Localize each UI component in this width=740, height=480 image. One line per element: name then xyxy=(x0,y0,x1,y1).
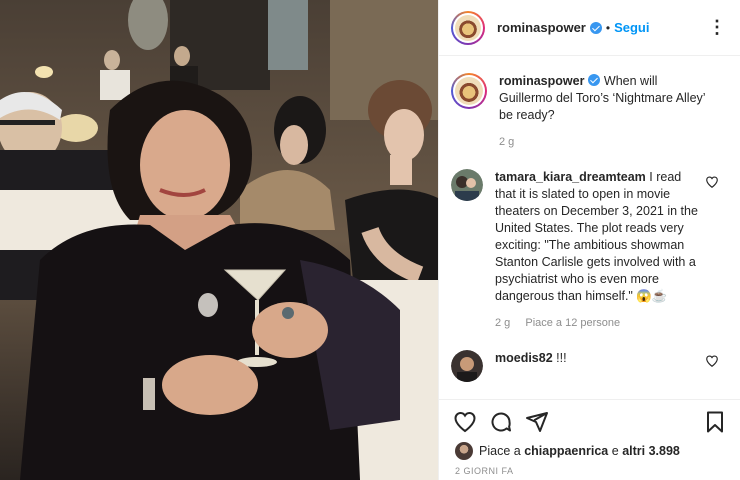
post-photo-scene xyxy=(0,0,438,480)
likes-user[interactable]: chiappaenrica xyxy=(524,444,608,458)
comment-like-heart-icon[interactable] xyxy=(705,354,719,368)
likes-prefix: Piace a xyxy=(479,444,521,458)
comment-likes[interactable]: Piace a 12 persone xyxy=(525,317,620,329)
likes-summary[interactable]: Piace a chiappaenrica e altri 3.898 xyxy=(455,442,680,460)
caption-avatar[interactable] xyxy=(451,73,487,109)
verified-badge-icon xyxy=(589,21,602,34)
separator-dot: • xyxy=(605,20,611,35)
liker-avatar xyxy=(455,442,473,460)
caption-time[interactable]: 2 g xyxy=(499,136,514,148)
post-header: rominaspower • Segui ⋮ xyxy=(439,0,740,56)
comment-item: moedis82 !!! xyxy=(451,350,729,382)
follow-button[interactable]: Segui xyxy=(614,20,649,35)
comment-bubble-icon[interactable] xyxy=(489,410,513,434)
author-avatar[interactable] xyxy=(451,10,485,45)
post-side-panel: rominaspower • Segui ⋮ rominaspower When… xyxy=(438,0,740,480)
caption-username[interactable]: rominaspower xyxy=(499,74,584,88)
caption: rominaspower When will Guillermo del Tor… xyxy=(451,73,729,151)
comment-text: !!! xyxy=(556,351,567,365)
save-bookmark-icon[interactable] xyxy=(703,410,727,434)
comments-list: rominaspower When will Guillermo del Tor… xyxy=(439,57,740,397)
comment-username[interactable]: tamara_kiara_dreamteam xyxy=(495,170,646,184)
share-send-icon[interactable] xyxy=(525,410,549,434)
author-username[interactable]: rominaspower xyxy=(497,20,586,35)
post-actions: Piace a chiappaenrica e altri 3.898 2 GI… xyxy=(439,399,740,480)
comment-item: tamara_kiara_dreamteam I read that it is… xyxy=(451,169,729,332)
comment-username[interactable]: moedis82 xyxy=(495,351,553,365)
verified-badge-icon xyxy=(588,74,601,86)
post-photo[interactable] xyxy=(0,0,438,480)
comment-avatar[interactable] xyxy=(451,169,483,201)
more-icon[interactable]: ⋮ xyxy=(708,18,727,36)
comment-avatar[interactable] xyxy=(451,350,483,382)
comment-text: I read that it is slated to open in movi… xyxy=(495,170,698,303)
comment-like-heart-icon[interactable] xyxy=(705,175,719,189)
likes-others[interactable]: altri 3.898 xyxy=(622,444,680,458)
like-heart-icon[interactable] xyxy=(453,410,477,434)
likes-middle: e xyxy=(611,444,619,458)
post-date[interactable]: 2 GIORNI FA xyxy=(455,466,514,476)
instagram-post: rominaspower • Segui ⋮ rominaspower When… xyxy=(0,0,740,480)
comment-time[interactable]: 2 g xyxy=(495,317,510,329)
